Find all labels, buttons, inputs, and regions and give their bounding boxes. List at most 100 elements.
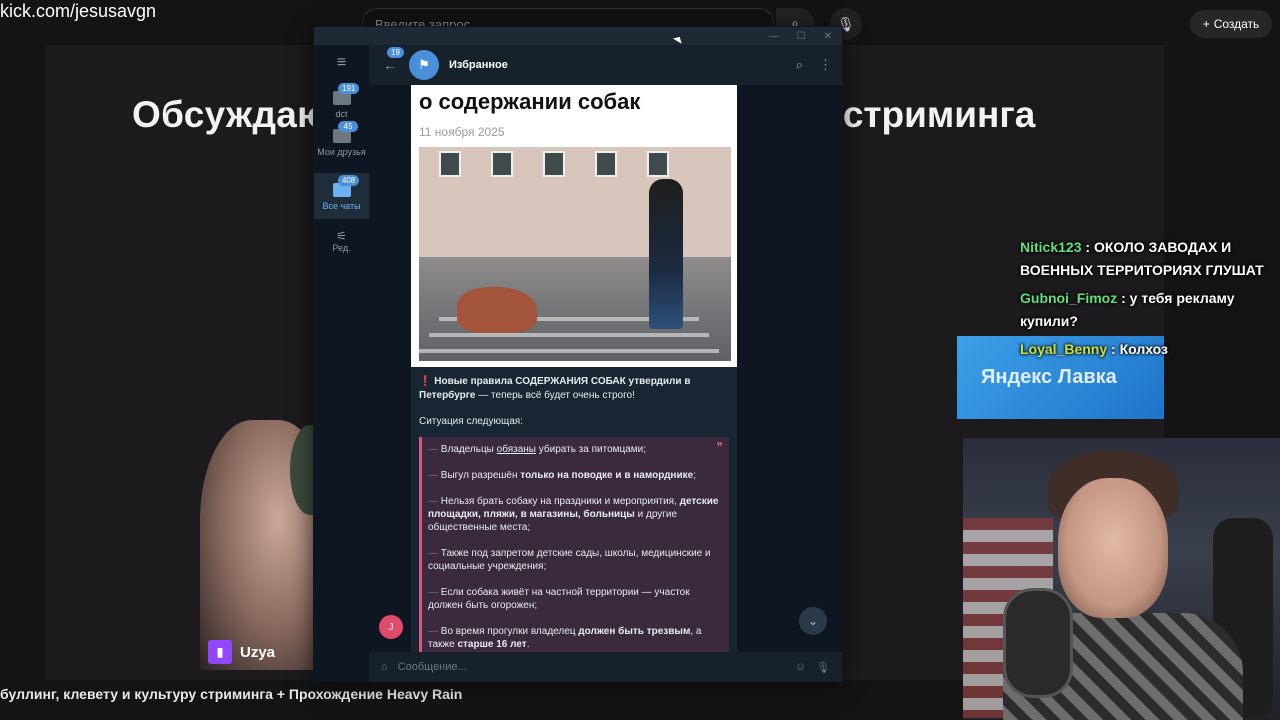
photo-window <box>595 151 617 177</box>
window-titlebar: — ☐ ✕ <box>314 27 842 45</box>
search-icon[interactable]: ⌕ <box>796 57 803 73</box>
rule-text: Владельцы <box>440 444 497 455</box>
forwarded-post: о содержании собак 11 ноября 2025 ❗ Новы… <box>411 85 737 652</box>
stream-chat: Nitick123 : ОКОЛО ЗАВОДАХ И ВОЕННЫХ ТЕРР… <box>1020 236 1270 366</box>
folder-sidebar: ≡ 191 dct 45 Мои друзья 408 Все чаты ⚟ Р… <box>314 45 369 682</box>
folder-badge: 408 <box>338 175 360 186</box>
rule-bold: старше 16 лет <box>457 639 527 650</box>
video-title-left: Обсуждаю <box>132 94 330 135</box>
more-icon[interactable]: ⋮ <box>819 57 832 73</box>
scroll-down-button[interactable]: ⌄ <box>799 607 827 635</box>
chat-title: Избранное <box>449 59 508 71</box>
folder-edit[interactable]: ⚟ Ред. <box>314 219 369 253</box>
chat-header: ← 19 ⚑ Избранное ⌕ ⋮ <box>369 45 842 85</box>
folder-dct[interactable]: 191 dct <box>314 81 369 119</box>
unread-badge: 19 <box>387 47 404 58</box>
crosswalk-stripe <box>419 349 719 353</box>
photo-window <box>491 151 513 177</box>
menu-icon[interactable]: ≡ <box>314 45 369 81</box>
photo-person <box>649 179 683 329</box>
bookmark-icon: ⚑ <box>409 50 439 80</box>
close-icon[interactable]: ✕ <box>824 31 832 42</box>
microphone <box>1003 588 1073 698</box>
folder-friends[interactable]: 45 Мои друзья <box>314 119 369 173</box>
maximize-icon[interactable]: ☐ <box>797 31 806 42</box>
chat-username: Nitick123 <box>1020 239 1082 255</box>
rule-text: Также под запретом детские сады, школы, … <box>428 548 711 572</box>
photo-window <box>439 151 461 177</box>
folder-label: dct <box>335 109 348 119</box>
post-photo[interactable] <box>419 147 731 361</box>
rule-item: Выгул разрешён только на поводке и в нам… <box>428 469 723 482</box>
folder-label: Все чаты <box>322 201 361 211</box>
folder-label: Ред. <box>332 243 351 253</box>
rule-text: Выгул разрешён <box>440 470 521 481</box>
rule-text: Во время прогулки владелец <box>440 626 579 637</box>
post-preview[interactable]: о содержании собак 11 ноября 2025 <box>411 85 737 367</box>
video-title-right: у стриминга <box>812 94 1036 135</box>
intro-rest: — теперь всё будет очень строго! <box>478 390 635 401</box>
post-caption: ❗ Новые правила СОДЕРЖАНИЯ СОБАК утверди… <box>411 367 737 652</box>
rule-text: . <box>526 639 530 650</box>
chevron-down-icon: ⌄ <box>807 614 819 628</box>
create-label: Создать <box>1213 17 1260 31</box>
minimize-icon[interactable]: — <box>769 31 779 42</box>
preview-headline: о содержании собак <box>419 89 641 114</box>
rule-text: убирать за питомцами; <box>536 444 647 455</box>
webcam-feed <box>963 438 1280 720</box>
folder-all-chats[interactable]: 408 Все чаты <box>314 173 369 219</box>
chat-message: Loyal_Benny : Колхоз <box>1020 341 1168 357</box>
rule-underline: обязаны <box>496 444 536 455</box>
attach-icon[interactable]: ⌂ <box>381 661 388 673</box>
chat-username: Loyal_Benny <box>1020 341 1108 357</box>
rule-bold: только на поводке и в наморднике <box>520 470 694 481</box>
streamer-name: Uzya <box>240 643 276 661</box>
rule-item: Также под запретом детские сады, школы, … <box>428 547 723 573</box>
alert-icon: ❗ <box>419 376 432 387</box>
preview-date: 11 ноября 2025 <box>419 125 505 139</box>
message-area[interactable]: о содержании собак 11 ноября 2025 ❗ Новы… <box>369 85 842 652</box>
rule-item: Если собака живёт на частной территории … <box>428 586 723 612</box>
situation-label: Ситуация следующая: <box>419 416 523 427</box>
back-arrow-icon: ← <box>383 57 397 73</box>
folder-label: Мои друзья <box>317 147 366 157</box>
message-input[interactable]: Сообщение... <box>398 661 785 673</box>
mic-icon[interactable]: 🎙 <box>816 661 830 674</box>
stream-url: kick.com/jesusavgn <box>0 1 157 21</box>
quote-icon: ❞ <box>716 440 723 454</box>
rule-bold: должен быть трезвым <box>578 626 691 637</box>
rules-quote: ❞ Владельцы обязаны убирать за питомцами… <box>419 437 729 652</box>
emoji-icon[interactable]: ☺ <box>795 661 806 673</box>
telegram-window: — ☐ ✕ ≡ 191 dct 45 Мои друзья 408 Все ча… <box>313 26 843 682</box>
chat-username: Gubnoi_Fimoz <box>1020 290 1118 306</box>
rule-item: Владельцы обязаны убирать за питомцами; <box>428 443 723 456</box>
rule-item: Во время прогулки владелец должен быть т… <box>428 625 723 651</box>
rule-item: Нельзя брать собаку на праздники и мероп… <box>428 495 723 534</box>
header-actions: ⌕ ⋮ <box>796 57 842 73</box>
plus-icon: + <box>1202 17 1210 31</box>
rule-text: Если собака живёт на частной территории … <box>428 587 690 611</box>
video-caption: буллинг, клевету и культуру стриминга + … <box>0 686 463 702</box>
twitch-icon: ▮ <box>208 640 232 664</box>
intro-bold-city: Петербурге <box>419 390 476 401</box>
screen: Обсуждаю у стриминга ▮ Uzya kick.com/jes… <box>0 0 1280 720</box>
photo-dog <box>457 287 537 333</box>
chat-message: Nitick123 : ОКОЛО ЗАВОДАХ И ВОЕННЫХ ТЕРР… <box>1020 239 1264 278</box>
user-avatar[interactable]: J <box>379 615 403 639</box>
photo-building <box>419 147 731 257</box>
crosswalk-stripe <box>429 333 709 337</box>
streamer-tag: ▮ Uzya <box>208 640 275 664</box>
create-button[interactable]: + Создать <box>1190 10 1272 38</box>
back-button[interactable]: ← 19 <box>369 47 409 73</box>
folder-badge: 45 <box>338 121 358 132</box>
streamer-face <box>1058 478 1168 618</box>
intro-bold: Новые правила СОДЕРЖАНИЯ СОБАК утвердили… <box>434 376 691 387</box>
photo-window <box>647 151 669 177</box>
rule-text: Нельзя брать собаку на праздники и мероп… <box>440 496 680 507</box>
sliders-icon: ⚟ <box>336 229 347 243</box>
photo-window <box>543 151 565 177</box>
chat-message: Gubnoi_Fimoz : у тебя рекламу купили? <box>1020 290 1235 329</box>
chat-text: Колхоз <box>1119 341 1168 357</box>
rule-text: ; <box>693 470 696 481</box>
message-composer: ⌂ Сообщение... ☺ 🎙 <box>369 652 842 682</box>
